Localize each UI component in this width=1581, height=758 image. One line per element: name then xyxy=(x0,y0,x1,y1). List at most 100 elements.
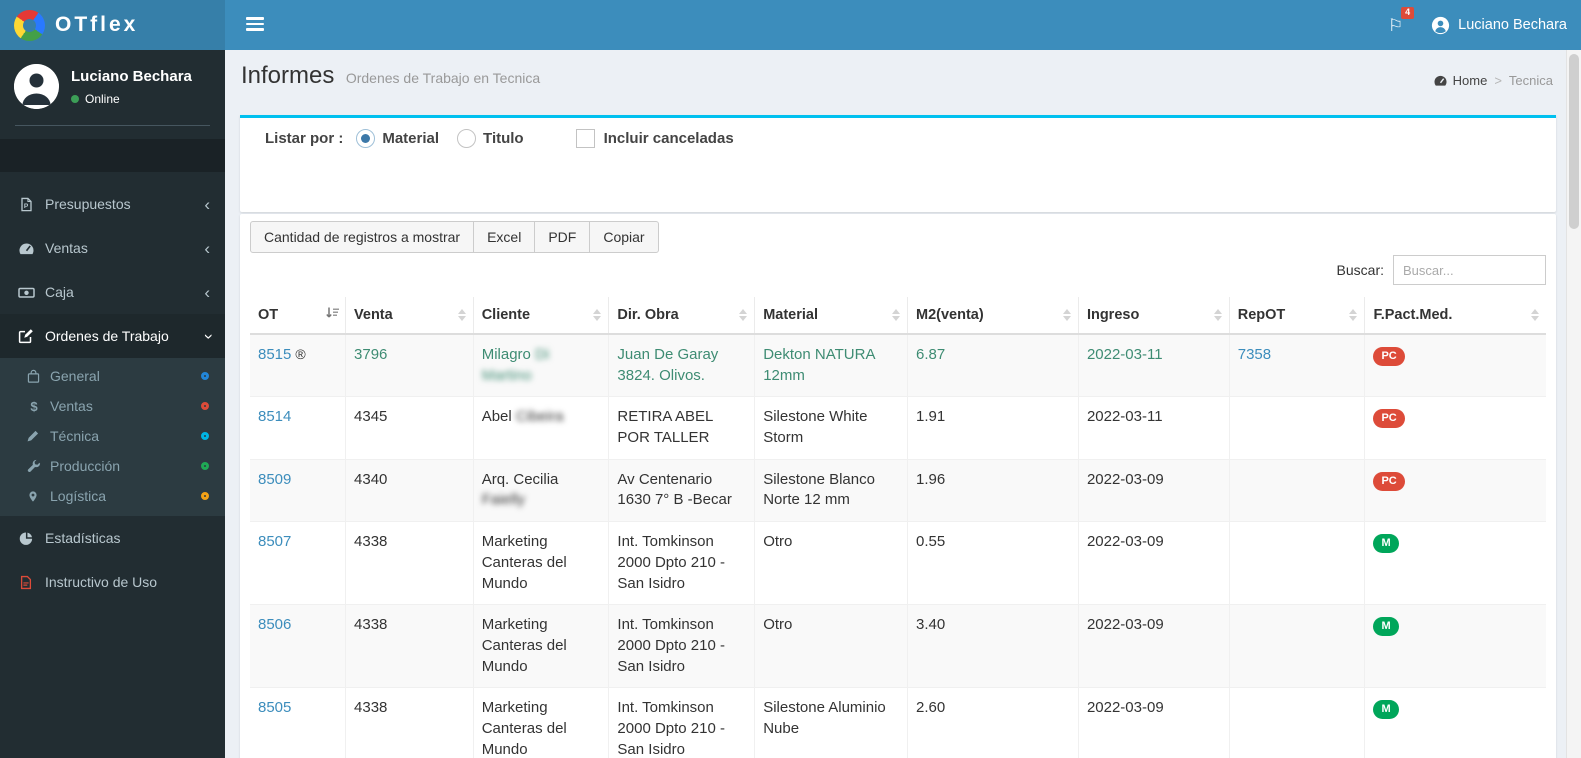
logo-text: OTflex xyxy=(55,13,139,36)
column-header-dir_obra[interactable]: Dir. Obra xyxy=(608,297,756,335)
breadcrumb-current: Tecnica xyxy=(1508,73,1553,88)
vertical-scrollbar[interactable] xyxy=(1566,50,1581,758)
cell-venta: 4338 xyxy=(345,604,474,689)
cell-venta: 3796 xyxy=(345,333,474,398)
filter-card: Listar por : Material Titulo Incluir can… xyxy=(240,115,1556,212)
cell-ot: 8507 xyxy=(250,521,347,606)
navbar-right: ⚐ 4 Luciano Bechara xyxy=(1386,0,1567,50)
table-row: 8509 4340 Arq. Cecilia Faielly Av Centenari… xyxy=(250,458,1546,523)
column-header-fpm[interactable]: F.Pact.Med. xyxy=(1364,297,1546,335)
ot-link[interactable]: 8509 xyxy=(258,471,291,488)
datatable-buttons: Cantidad de registros a mostrar Excel PDF C… xyxy=(250,221,1546,253)
chevron-left-icon: ‹ xyxy=(204,238,210,258)
pencil-icon xyxy=(23,429,43,443)
sidebar-item-estadisticas[interactable]: Estadísticas xyxy=(0,516,225,560)
column-header-m2[interactable]: M2(venta) xyxy=(907,297,1079,335)
chevron-left-icon: ‹ xyxy=(204,194,210,214)
sidebar-item-produccion[interactable]: Producción xyxy=(0,451,225,481)
circle-status-icon xyxy=(201,462,209,470)
sidebar-menu-header xyxy=(0,139,225,172)
column-header-ingreso[interactable]: Ingreso xyxy=(1077,297,1230,335)
ot-link[interactable]: 8505 xyxy=(258,699,291,716)
column-header-venta[interactable]: Venta xyxy=(345,297,474,335)
breadcrumb-home-link[interactable]: Home xyxy=(1433,73,1487,88)
scrollbar-thumb[interactable] xyxy=(1569,54,1579,229)
column-header-cliente[interactable]: Cliente xyxy=(472,297,610,335)
search-row: Buscar: xyxy=(250,255,1546,285)
cell-venta: 4338 xyxy=(345,687,474,758)
column-header-material[interactable]: Material xyxy=(754,297,909,335)
dollar-icon: $ xyxy=(23,399,43,414)
sidebar-item-logistica[interactable]: Logística xyxy=(0,481,225,511)
sort-icon xyxy=(457,309,466,321)
cell-fpm: PC xyxy=(1364,396,1546,460)
sort-icon xyxy=(892,309,901,321)
ot-link[interactable]: 8506 xyxy=(258,616,291,633)
search-input[interactable] xyxy=(1393,255,1546,285)
app-logo[interactable]: OTflex xyxy=(0,0,225,50)
blurred-name: Faielly xyxy=(481,491,526,509)
sort-desc-icon xyxy=(325,306,340,324)
sidebar-item-label: Logística xyxy=(50,488,107,504)
cell-m2: 1.91 xyxy=(907,396,1079,460)
checkbox-incluir-canceladas-label[interactable]: Incluir canceladas xyxy=(604,130,734,147)
cell-material: Dekton NATURA 12mm xyxy=(754,333,909,398)
radio-material[interactable] xyxy=(356,129,376,148)
sidebar-item-ventas-ot[interactable]: $ Ventas xyxy=(0,391,225,421)
cell-m2: 0.55 xyxy=(907,521,1079,606)
sidebar-item-instructivo-de-uso[interactable]: Instructivo de Uso xyxy=(0,560,225,604)
checkbox-incluir-canceladas[interactable] xyxy=(575,129,595,148)
ot-link[interactable]: 8507 xyxy=(258,533,291,550)
svg-text:$: $ xyxy=(30,399,38,414)
cell-repot xyxy=(1228,396,1366,460)
chevron-down-icon: ‹ xyxy=(197,333,217,339)
sidebar-item-label: Instructivo de Uso xyxy=(45,574,158,590)
cell-cliente: Abel Cibeira xyxy=(472,396,610,460)
money-icon xyxy=(15,285,37,300)
cell-ot: 8514 xyxy=(250,396,347,460)
pdf-button[interactable]: PDF xyxy=(534,221,591,253)
sidebar-item-ventas[interactable]: Ventas ‹ xyxy=(0,226,225,270)
sidebar-item-label: Ventas xyxy=(45,240,88,256)
sidebar-item-ordenes-de-trabajo[interactable]: Ordenes de Trabajo ‹ xyxy=(0,314,225,358)
column-header-ot[interactable]: OT xyxy=(250,297,347,335)
radio-titulo[interactable] xyxy=(457,129,477,148)
sidebar-item-tecnica[interactable]: Técnica xyxy=(0,421,225,451)
sidebar-user-name: Luciano Bechara xyxy=(71,67,192,85)
main-content: Informes Ordenes de Trabajo en Tecnica H… xyxy=(225,50,1581,758)
sort-icon xyxy=(1349,309,1358,321)
sort-icon xyxy=(1213,309,1222,321)
cantidad-registros-button[interactable]: Cantidad de registros a mostrar xyxy=(250,221,475,253)
edit-icon xyxy=(15,328,37,344)
gauge-icon xyxy=(15,241,37,256)
ot-link[interactable]: 8514 xyxy=(258,408,291,425)
repot-link[interactable]: 7358 xyxy=(1238,346,1271,363)
cell-dir_obra: Int. Tomkinson 2000 Dpto 210 - San Isidr… xyxy=(608,521,756,606)
radio-material-label[interactable]: Material xyxy=(382,130,439,147)
notifications-flag-icon[interactable]: ⚐ 4 xyxy=(1386,6,1415,38)
cell-ingreso: 2022-03-09 xyxy=(1077,604,1230,689)
excel-button[interactable]: Excel xyxy=(473,221,536,253)
cell-ot: 8509 xyxy=(250,458,347,523)
sort-icon xyxy=(1062,309,1071,321)
copiar-button[interactable]: Copiar xyxy=(589,221,659,253)
sidebar-toggle-button[interactable] xyxy=(246,17,264,31)
cell-cliente: Arq. Cecilia Faielly xyxy=(472,458,610,523)
sidebar: Luciano Bechara Online P Presupuestos ‹ Ven… xyxy=(0,50,225,758)
cell-material: Silestone White Storm xyxy=(754,396,909,460)
sidebar-item-presupuestos[interactable]: P Presupuestos ‹ xyxy=(0,182,225,226)
radio-titulo-label[interactable]: Titulo xyxy=(483,130,524,147)
registered-icon: ® xyxy=(295,346,306,362)
sidebar-user-status[interactable]: Online xyxy=(71,92,192,106)
navbar-user-menu[interactable]: Luciano Bechara xyxy=(1431,16,1567,35)
sidebar-item-label: Estadísticas xyxy=(45,530,121,546)
ot-link[interactable]: 8515 xyxy=(258,346,291,363)
sidebar-item-label: Caja xyxy=(45,284,74,300)
content-header: Informes Ordenes de Trabajo en Tecnica xyxy=(241,62,540,90)
sidebar-item-label: Presupuestos xyxy=(45,196,131,212)
search-label: Buscar: xyxy=(1336,262,1384,278)
column-header-repot[interactable]: RepOT xyxy=(1228,297,1366,335)
table-body: 8515 ® 3796 Milagro Di Martino Juan De Garay… xyxy=(250,333,1546,758)
sidebar-item-general[interactable]: General xyxy=(0,361,225,391)
sidebar-item-caja[interactable]: Caja ‹ xyxy=(0,270,225,314)
